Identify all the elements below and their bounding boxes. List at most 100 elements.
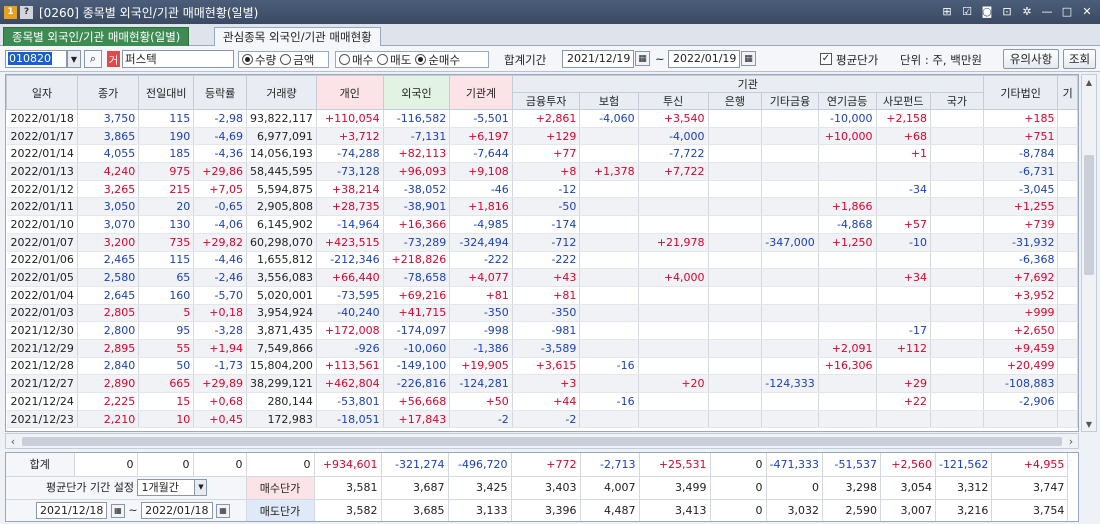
avg-price-checkbox[interactable]: ✓ bbox=[820, 53, 832, 65]
col-header-inst-total[interactable]: 기관계 bbox=[449, 75, 513, 110]
chevron-down-icon[interactable]: ▼ bbox=[194, 480, 207, 496]
radio-dot-icon bbox=[377, 54, 389, 65]
camera-icon[interactable]: ◙ bbox=[980, 4, 994, 18]
table-row[interactable]: 2021/12/27 2,890 665 +29,89 38,299,121 +462,8… bbox=[6, 374, 1078, 393]
table-row[interactable]: 2022/01/03 2,805 5 +0,18 3,954,924 -40,240 +41… bbox=[6, 304, 1078, 323]
col-header-volume[interactable]: 거래량 bbox=[245, 75, 317, 110]
radio-amount[interactable]: 금액 bbox=[280, 52, 314, 68]
table-row[interactable]: 2022/01/05 2,580 65 -2,46 3,556,083 +66,440 -7… bbox=[6, 268, 1078, 287]
col-header-insurance[interactable]: 보험 bbox=[579, 92, 639, 110]
cell-trust bbox=[638, 321, 709, 340]
col-header-close[interactable]: 종가 bbox=[76, 75, 140, 110]
table-row[interactable]: 2021/12/23 2,210 10 +0,45 172,983 -18,051 +17,… bbox=[6, 410, 1078, 429]
col-header-foreign[interactable]: 외국인 bbox=[382, 75, 451, 110]
cell-other-corp: -108,883 bbox=[983, 374, 1059, 393]
table-row[interactable]: 2022/01/10 3,070 130 -4,06 6,145,902 -14,964 +… bbox=[6, 215, 1078, 234]
col-header-rate[interactable]: 등락률 bbox=[193, 75, 247, 110]
table-row[interactable]: 2021/12/24 2,225 15 +0,68 280,144 -53,801 +56,… bbox=[6, 392, 1078, 411]
cell-insurance bbox=[579, 374, 639, 393]
search-icon[interactable]: ⌕ bbox=[84, 50, 102, 68]
avg-date-from[interactable]: 2021/12/18 bbox=[36, 502, 108, 519]
table-row[interactable]: 2021/12/28 2,840 50 -1,73 15,804,200 +113,561… bbox=[6, 357, 1078, 376]
table-row[interactable]: 2022/01/13 4,240 975 +29,86 58,445,595 -73,12… bbox=[6, 162, 1078, 181]
vertical-scrollbar[interactable]: ▲ ▼ bbox=[1081, 74, 1097, 432]
cell-date: 2022/01/14 bbox=[6, 144, 78, 164]
radio-sell[interactable]: 매도 bbox=[377, 52, 411, 68]
tab-stock-daily[interactable]: 종목별 외국인/기관 매매현황(일별) bbox=[3, 27, 190, 46]
cell-inst-total: -998 bbox=[449, 321, 513, 340]
cell-insurance: -16 bbox=[579, 357, 639, 376]
tab-watchlist[interactable]: 관심종목 외국인/기관 매매현황 bbox=[214, 27, 381, 46]
horizontal-scroll-thumb[interactable] bbox=[22, 437, 1062, 446]
scroll-right-icon[interactable]: › bbox=[1064, 434, 1078, 448]
col-header-bank[interactable]: 은행 bbox=[707, 92, 763, 110]
horizontal-scrollbar[interactable]: ‹ › bbox=[5, 433, 1079, 449]
avg-date-to[interactable]: 2022/01/18 bbox=[141, 502, 213, 519]
date-to-input[interactable]: 2022/01/19 bbox=[668, 50, 740, 68]
cell-pef: -34 bbox=[876, 180, 932, 199]
cell-nation bbox=[930, 304, 984, 323]
minimize-icon[interactable]: — bbox=[1040, 4, 1054, 18]
table-row[interactable]: 2022/01/17 3,865 190 -4,69 6,977,091 +3,712 -7… bbox=[6, 127, 1078, 146]
lock-icon[interactable]: ⊡ bbox=[1000, 4, 1014, 18]
pin-icon[interactable]: ⊞ bbox=[940, 4, 954, 18]
col-header-date[interactable]: 일자 bbox=[6, 75, 78, 110]
radio-dot-icon bbox=[339, 54, 350, 65]
col-header-pension[interactable]: 연기금등 bbox=[817, 92, 877, 110]
table-row[interactable]: 2022/01/04 2,645 160 -5,70 5,020,001 -73,595 +… bbox=[6, 286, 1078, 305]
trading-data-grid[interactable]: 일자 종가 전일대비 등락률 거래량 개인 외국인 기관계 기관 기타법인 기 … bbox=[5, 74, 1079, 432]
col-header-more[interactable]: 기 bbox=[1057, 75, 1078, 110]
table-row[interactable]: 2022/01/06 2,465 115 -4,46 1,655,812 -212,346… bbox=[6, 251, 1078, 270]
chevron-down-icon[interactable]: ▼ bbox=[67, 50, 81, 68]
cell-inst-total: -1,386 bbox=[449, 339, 513, 358]
cell-other-fin bbox=[761, 180, 819, 199]
table-row[interactable]: 2022/01/07 3,200 735 +29,82 60,298,070 +423,5… bbox=[6, 233, 1078, 252]
scroll-left-icon[interactable]: ‹ bbox=[6, 434, 20, 448]
radio-buy[interactable]: 매수 bbox=[339, 52, 373, 68]
cell-pension bbox=[818, 268, 877, 287]
col-header-change[interactable]: 전일대비 bbox=[138, 75, 195, 110]
cell-rate: +0,45 bbox=[193, 410, 247, 429]
screen-number-badge[interactable]: 1 bbox=[4, 5, 17, 19]
calendar-icon[interactable]: ▦ bbox=[635, 51, 650, 66]
cell-change: 190 bbox=[138, 127, 195, 146]
radio-quantity[interactable]: 수량 bbox=[242, 52, 276, 68]
table-row[interactable]: 2022/01/14 4,055 185 -4,36 14,056,193 -74,288… bbox=[6, 144, 1078, 164]
radio-net-buy[interactable]: 순매수 bbox=[415, 52, 460, 68]
cell-pension: -10,000 bbox=[818, 109, 877, 128]
col-header-individual[interactable]: 개인 bbox=[315, 75, 384, 110]
gear-icon[interactable]: ✲ bbox=[1020, 4, 1034, 18]
help-badge[interactable]: ? bbox=[20, 5, 33, 19]
date-from-input[interactable]: 2021/12/19 bbox=[562, 50, 634, 68]
avg-period-select[interactable]: 1개월간 ▼ bbox=[137, 479, 208, 497]
query-button[interactable]: 조회 bbox=[1063, 49, 1096, 69]
cell-other-fin bbox=[761, 215, 819, 234]
cell-rate: +29,86 bbox=[193, 162, 247, 181]
col-header-nation[interactable]: 국가 bbox=[930, 92, 984, 110]
scroll-up-icon[interactable]: ▲ bbox=[1082, 75, 1096, 89]
close-icon[interactable]: ✕ bbox=[1080, 4, 1094, 18]
cell-pef bbox=[876, 410, 932, 429]
col-header-trust[interactable]: 투신 bbox=[637, 92, 709, 110]
calendar-icon[interactable]: ▦ bbox=[216, 503, 231, 518]
calendar-icon[interactable]: ▦ bbox=[741, 51, 756, 66]
col-header-pef[interactable]: 사모펀드 bbox=[875, 92, 932, 110]
table-row[interactable]: 2021/12/30 2,800 95 -3,28 3,871,435 +172,008-… bbox=[6, 321, 1078, 340]
table-row[interactable]: 2022/01/18 3,750 115 -2,98 93,822,117 +110,05… bbox=[6, 109, 1078, 128]
maximize-icon[interactable]: □ bbox=[1060, 4, 1074, 18]
col-header-other-corp[interactable]: 기타법인 bbox=[982, 75, 1059, 110]
scroll-down-icon[interactable]: ▼ bbox=[1082, 417, 1096, 431]
table-row[interactable]: 2022/01/12 3,265 215 +7,05 5,594,875 +38,214-… bbox=[6, 180, 1078, 199]
table-row[interactable]: 2022/01/11 3,050 20 -0,65 2,905,808 +28,735 -3… bbox=[6, 197, 1078, 217]
table-row[interactable]: 2021/12/29 2,895 55 +1,94 7,549,866 -926 -10,0… bbox=[6, 339, 1078, 358]
checkbox-icon[interactable]: ☑ bbox=[960, 4, 974, 18]
cell-bank bbox=[708, 357, 763, 376]
vertical-scroll-thumb[interactable] bbox=[1084, 155, 1094, 275]
cell-inst-total: -5,501 bbox=[449, 109, 513, 128]
col-header-fin-invest[interactable]: 금융투자 bbox=[511, 92, 581, 110]
calendar-icon[interactable]: ▦ bbox=[110, 503, 125, 518]
notice-button[interactable]: 유의사항 bbox=[1003, 49, 1059, 69]
cell-fin-invest: -981 bbox=[512, 321, 581, 340]
col-header-other-fin[interactable]: 기타금융 bbox=[761, 92, 819, 110]
stock-code-input[interactable]: 010820 bbox=[5, 50, 67, 68]
